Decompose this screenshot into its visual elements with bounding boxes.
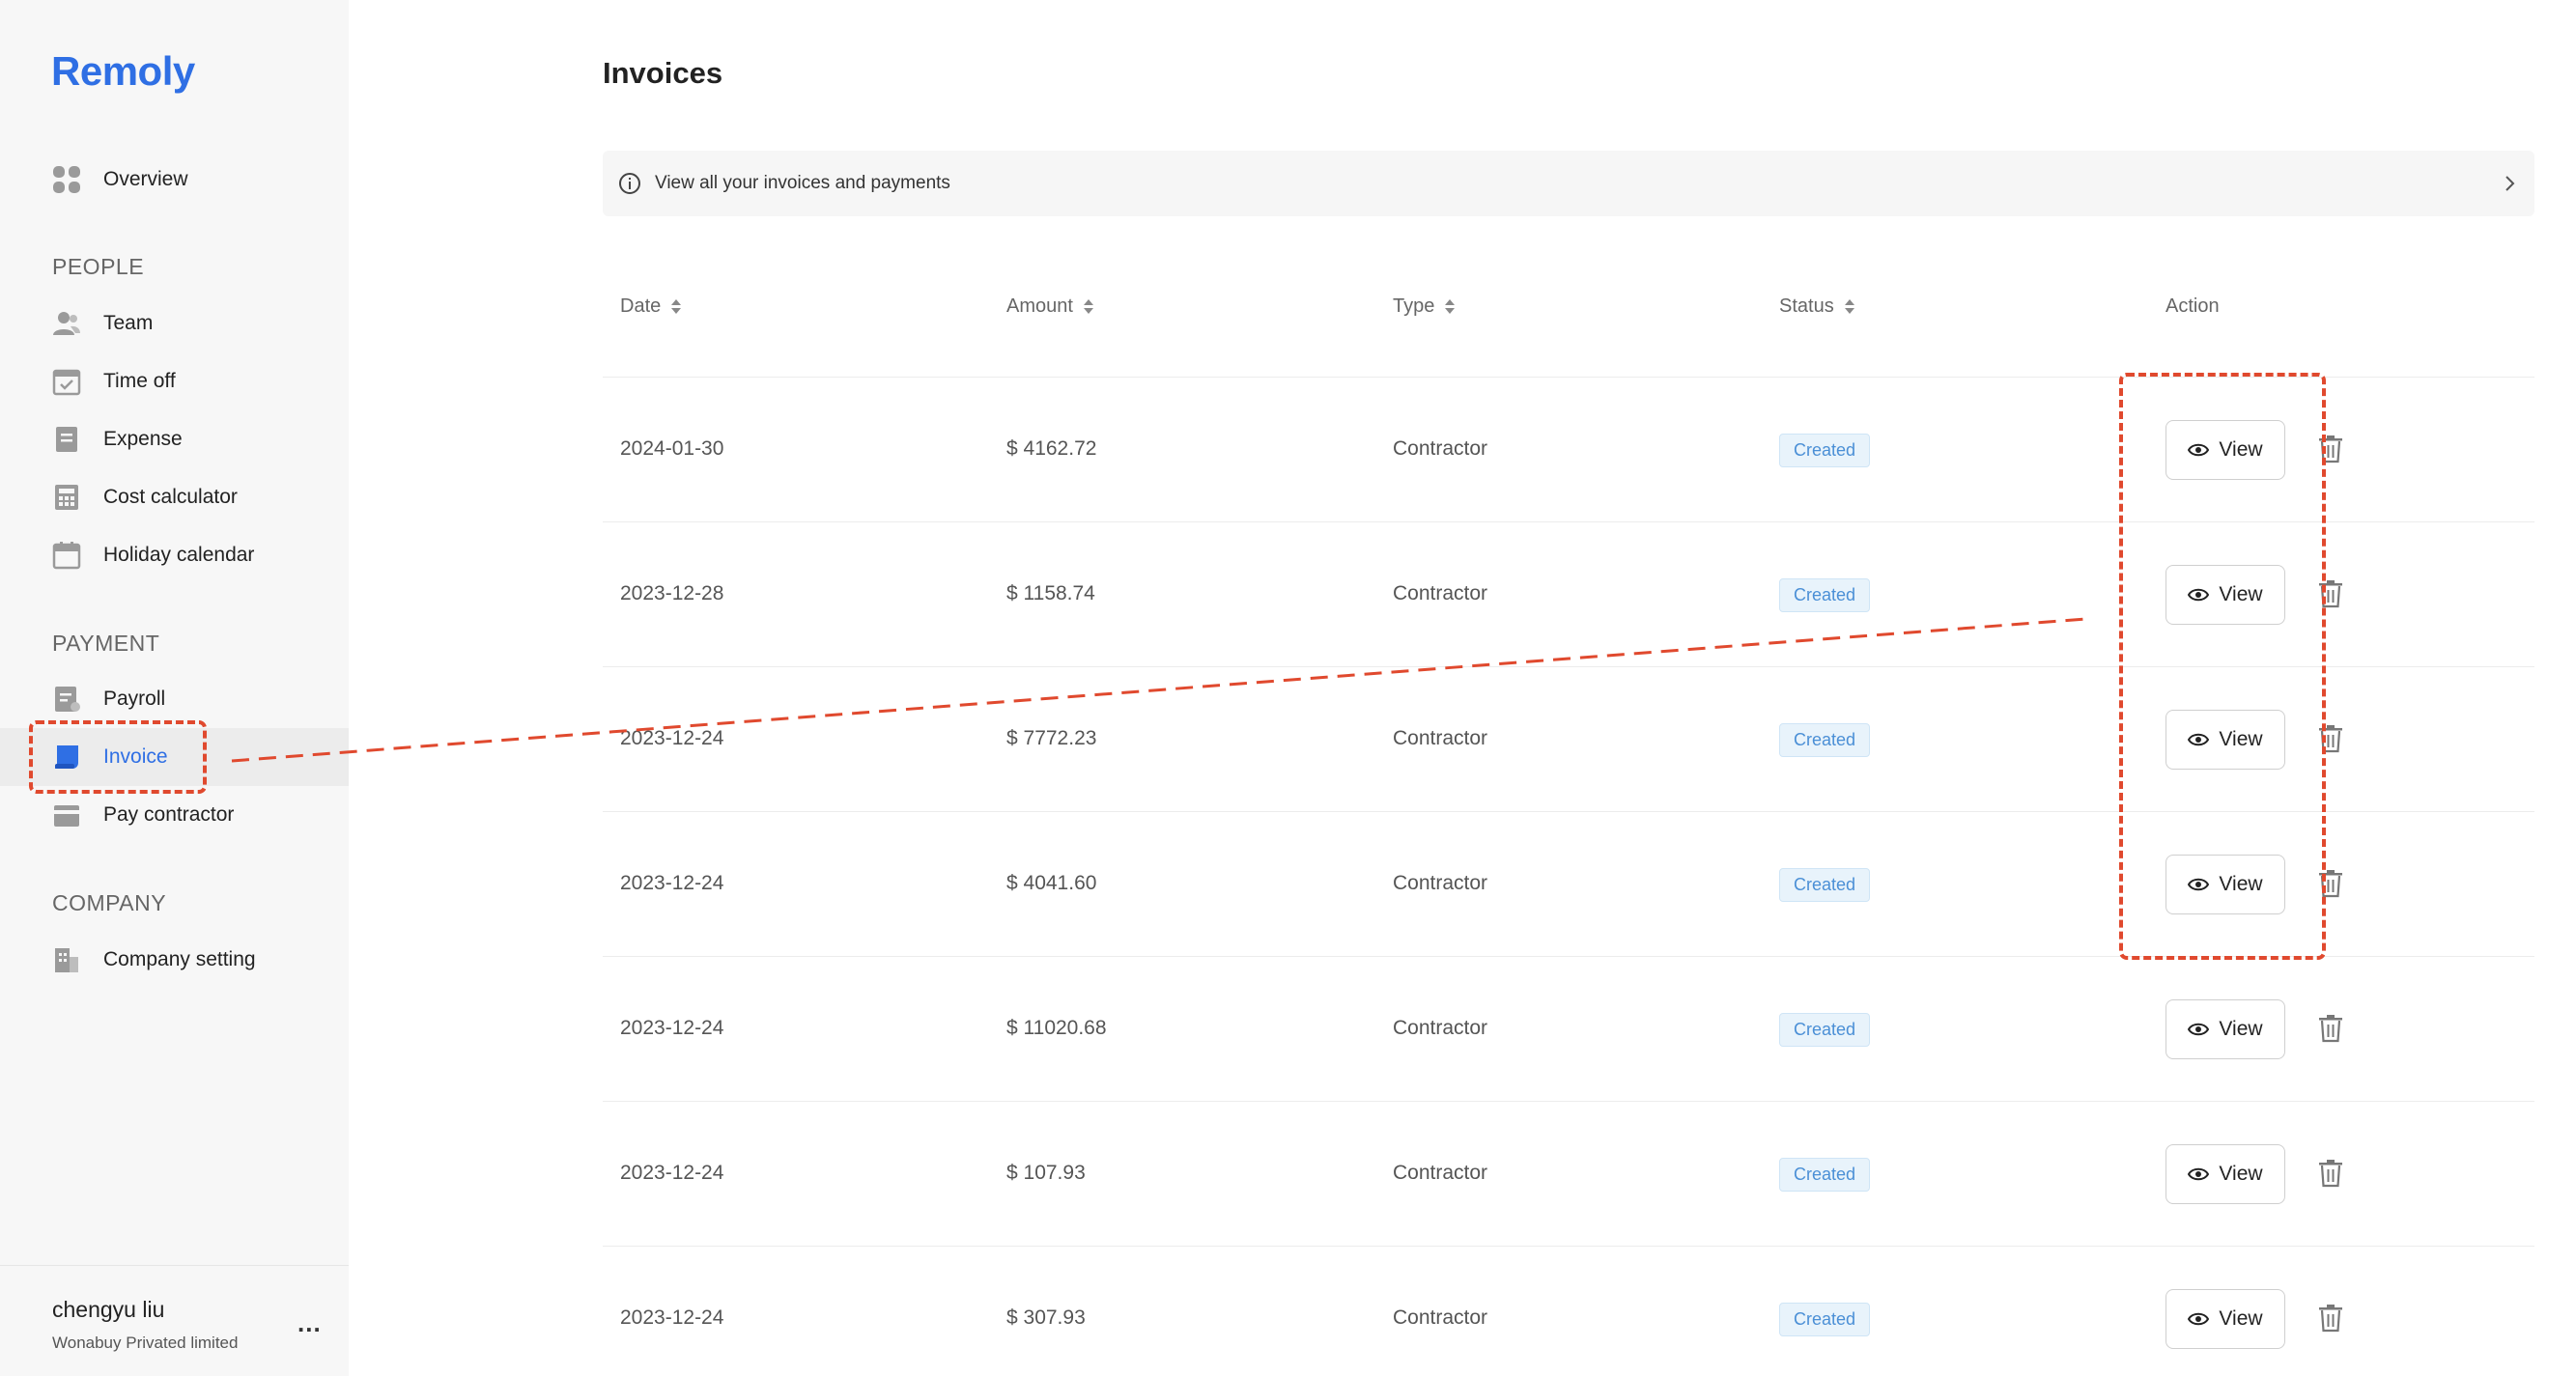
annotation-connector-line: [231, 617, 2087, 763]
